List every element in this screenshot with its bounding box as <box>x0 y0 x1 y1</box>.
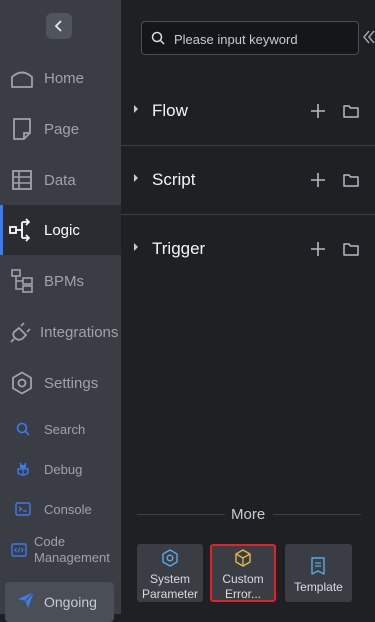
search-box <box>141 21 359 55</box>
caret-right-icon[interactable] <box>133 173 139 183</box>
sidebar-tool-label: Search <box>44 421 86 437</box>
divider <box>273 514 361 515</box>
console-icon <box>14 500 32 518</box>
section-flow[interactable]: Flow <box>121 77 375 146</box>
add-icon[interactable] <box>309 171 327 189</box>
section-script[interactable]: Script <box>121 146 375 215</box>
sidebar-item-label: Home <box>44 69 85 87</box>
caret-right-icon[interactable] <box>133 242 139 252</box>
card-template[interactable]: Template <box>285 544 352 602</box>
code-icon <box>10 541 28 559</box>
sidebar: Home Page Data Logic BPMs Integrations S… <box>0 0 121 622</box>
sidebar-item-label: Logic <box>44 221 80 239</box>
double-chevron-left-icon[interactable] <box>363 28 375 46</box>
card-label: Custom <box>222 572 264 586</box>
section-title: Trigger <box>152 239 206 258</box>
sidebar-tool-code-management[interactable]: Code Management <box>0 529 121 571</box>
section-title: Flow <box>152 101 188 120</box>
sidebar-item-label: Settings <box>44 374 99 392</box>
sidebar-item-bpms[interactable]: BPMs <box>0 256 121 306</box>
card-system-parameter[interactable]: System Parameter <box>137 544 203 602</box>
more-label: More <box>231 506 266 523</box>
sidebar-tool-debug[interactable]: Debug <box>0 449 121 489</box>
chevron-left-icon <box>54 20 62 32</box>
sidebar-item-label: Data <box>44 171 76 189</box>
card-label: Template <box>294 580 343 594</box>
collapse-sidebar-button[interactable] <box>46 13 72 39</box>
card-label: Parameter <box>141 587 199 601</box>
plug-icon <box>9 319 35 345</box>
sidebar-item-page[interactable]: Page <box>0 104 121 154</box>
sidebar-item-home[interactable]: Home <box>0 53 121 103</box>
home-icon <box>9 65 35 91</box>
ongoing-button[interactable]: Ongoing <box>5 582 114 622</box>
section-trigger[interactable]: Trigger <box>121 215 375 283</box>
ongoing-label: Ongoing <box>44 594 97 610</box>
sidebar-item-data[interactable]: Data <box>0 155 121 205</box>
card-label: System <box>149 572 190 586</box>
logic-flow-icon <box>9 217 35 243</box>
sidebar-tool-label: Code <box>34 534 66 549</box>
sidebar-item-label: BPMs <box>44 272 85 290</box>
sidebar-item-logic[interactable]: Logic <box>0 205 121 255</box>
search-icon <box>14 420 32 438</box>
sidebar-tool-label: Console <box>44 501 92 517</box>
add-icon[interactable] <box>309 240 327 258</box>
logic-panel: Flow Script Trigger More System Paramete… <box>121 0 375 614</box>
gear-icon <box>9 370 35 396</box>
document-icon <box>311 557 325 575</box>
folder-icon[interactable] <box>343 241 359 257</box>
folder-icon[interactable] <box>343 172 359 188</box>
sidebar-item-label: Integrations <box>40 323 119 341</box>
gear-outline-icon <box>162 549 178 567</box>
sidebar-tool-console[interactable]: Console <box>0 489 121 529</box>
sidebar-item-settings[interactable]: Settings <box>0 358 121 408</box>
section-title: Script <box>152 170 196 189</box>
sidebar-tool-search[interactable]: Search <box>0 409 121 449</box>
sidebar-item-integrations[interactable]: Integrations <box>0 307 121 357</box>
send-icon <box>17 591 35 614</box>
add-icon[interactable] <box>309 102 327 120</box>
bpms-tree-icon <box>9 268 35 294</box>
divider <box>137 514 225 515</box>
sidebar-item-label: Page <box>44 120 80 138</box>
page-icon <box>9 116 35 142</box>
cube-icon <box>235 549 251 567</box>
sidebar-tool-label: Debug <box>44 461 83 477</box>
search-input[interactable] <box>172 28 356 50</box>
sidebar-tool-label: Management <box>34 550 110 565</box>
debug-icon <box>14 460 32 478</box>
caret-right-icon[interactable] <box>133 104 139 114</box>
card-label: Error... <box>224 587 261 601</box>
card-custom-error[interactable]: Custom Error... <box>210 544 276 602</box>
search-icon <box>151 31 165 50</box>
folder-icon[interactable] <box>343 103 359 119</box>
data-table-icon <box>9 167 35 193</box>
